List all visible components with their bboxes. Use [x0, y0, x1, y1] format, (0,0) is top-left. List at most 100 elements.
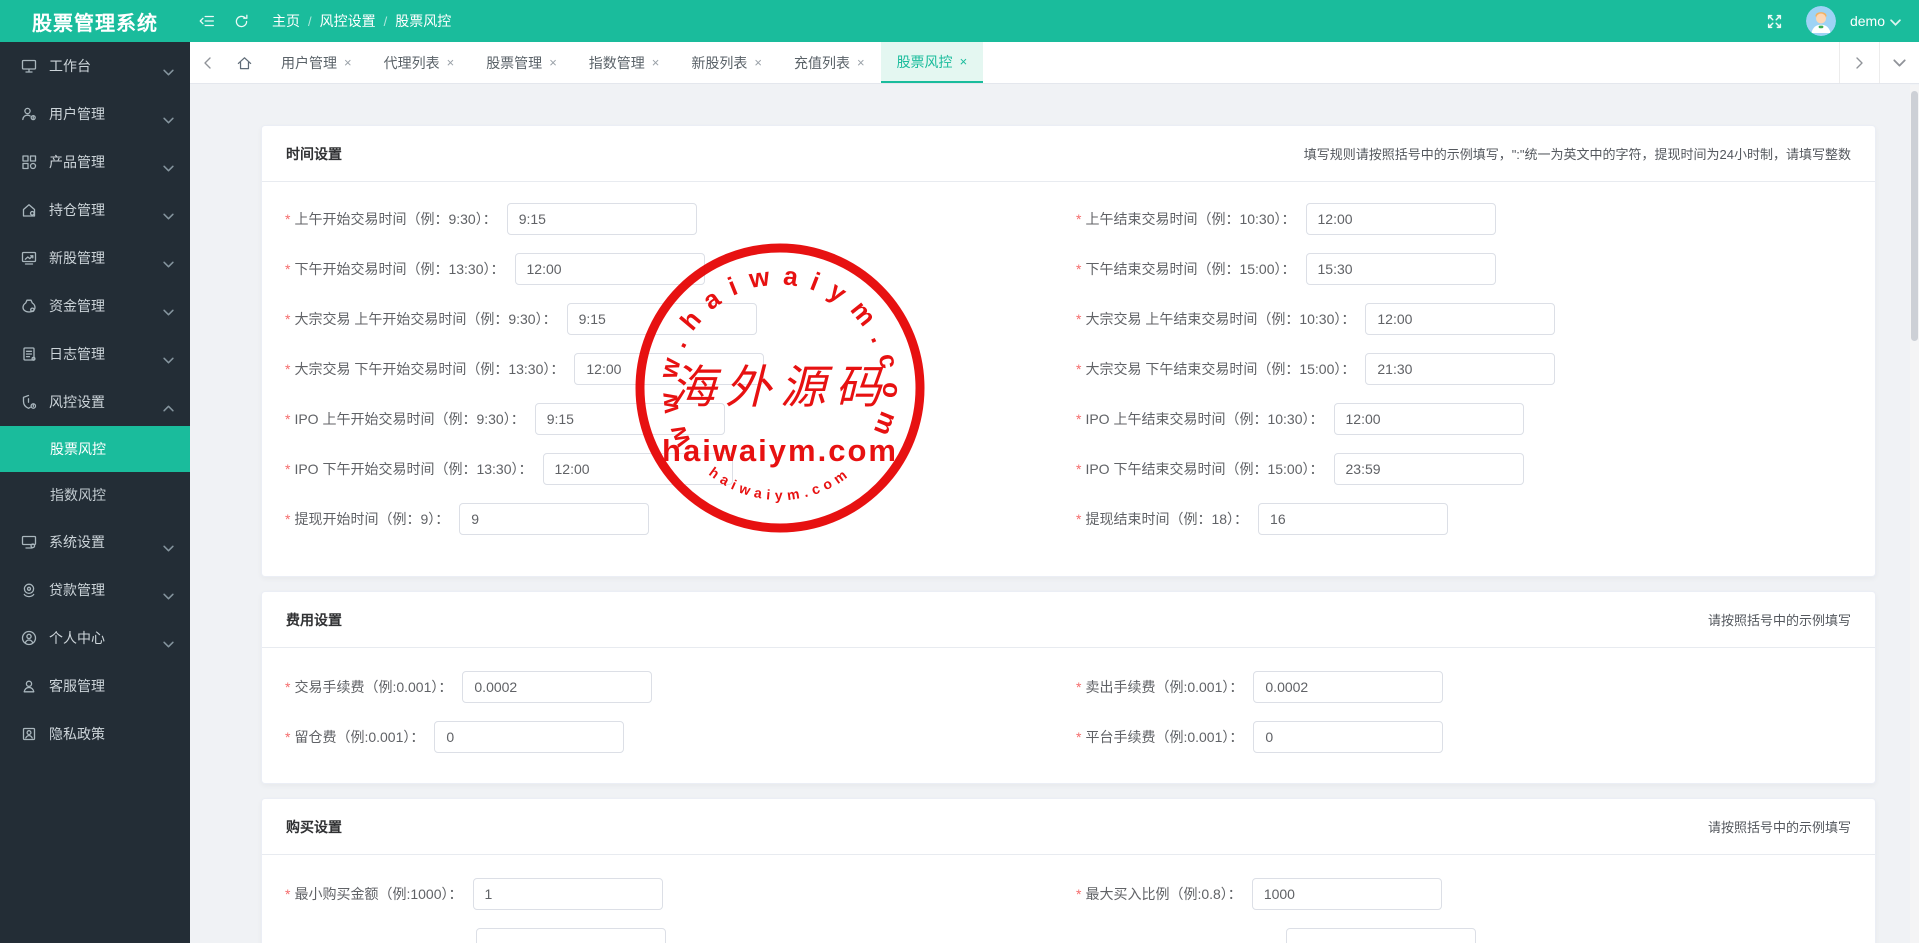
close-icon[interactable]: × [447, 55, 455, 70]
tab-ipo-list[interactable]: 新股列表 × [675, 42, 778, 83]
sidebar-item-workbench[interactable]: 工作台 [0, 42, 190, 90]
required-mark: * [1076, 729, 1082, 745]
sidebar-subitem-index-risk[interactable]: 指数风控 [0, 472, 190, 518]
tabs-scroll-left[interactable] [190, 42, 224, 83]
chevron-down-icon [1890, 13, 1901, 29]
time-settings-card: 时间设置 填写规则请按照括号中的示例填写，":"统一为英文中的字符，提现时间为2… [261, 125, 1876, 577]
sell-fee-input[interactable] [1253, 671, 1444, 703]
morning-close-time-input[interactable] [1305, 203, 1496, 235]
sidebar-subitem-stock-risk[interactable]: 股票风控 [0, 426, 190, 472]
sidebar-item-risk-settings[interactable]: 风控设置 [0, 378, 190, 426]
field-label: 大宗交易 上午开始交易时间（例：9:30）： [294, 311, 557, 327]
withdraw-end-time-input[interactable] [1258, 503, 1449, 535]
ipo-morning-open-time-input[interactable] [534, 403, 725, 435]
close-icon[interactable]: × [754, 55, 762, 70]
tabs-menu-chevron[interactable] [1879, 42, 1919, 83]
sidebar-item-label: 个人中心 [49, 630, 105, 646]
form-row: * IPO 下午开始交易时间（例：13:30）： * IPO 下午结束交易时间（… [285, 444, 1851, 494]
tabs-scroll-right[interactable] [1839, 42, 1879, 83]
sidebar-item-products[interactable]: 产品管理 [0, 138, 190, 186]
form-row [285, 919, 1851, 943]
sidebar-item-funds[interactable]: 资金管理 [0, 282, 190, 330]
field-label: 下午结束交易时间（例：15:00）： [1085, 261, 1296, 277]
required-mark: * [1076, 361, 1082, 377]
sidebar-item-users[interactable]: 用户管理 [0, 90, 190, 138]
block-trade-afternoon-open-input[interactable] [574, 353, 765, 385]
card-body: * 上午开始交易时间（例：9:30）： * 上午结束交易时间（例：10:30）：… [262, 182, 1875, 576]
user-menu[interactable]: demo [1850, 13, 1901, 29]
card-body: * 最小购买金额（例:1000）： * 最大买入比例（例:0.8）： [262, 855, 1875, 943]
monitor-chart-icon [20, 249, 38, 267]
form-row: * 大宗交易 下午开始交易时间（例：13:30）： * 大宗交易 下午结束交易时… [285, 344, 1851, 394]
sidebar-item-system-settings[interactable]: 系统设置 [0, 518, 190, 566]
close-icon[interactable]: × [549, 55, 557, 70]
trade-fee-input[interactable] [462, 671, 653, 703]
form-row: * 交易手续费（例:0.001）： * 卖出手续费（例:0.001）： [285, 662, 1851, 712]
sidebar-item-positions[interactable]: 持仓管理 [0, 186, 190, 234]
tab-user-management[interactable]: 用户管理 × [265, 42, 368, 83]
money-bag-icon [20, 297, 38, 315]
required-mark: * [285, 411, 291, 427]
afternoon-close-time-input[interactable] [1305, 253, 1496, 285]
overnight-fee-input[interactable] [434, 721, 625, 753]
block-trade-afternoon-close-input[interactable] [1365, 353, 1556, 385]
ipo-afternoon-open-time-input[interactable] [542, 453, 733, 485]
form-row: * 下午开始交易时间（例：13:30）： * 下午结束交易时间（例：15:00）… [285, 244, 1851, 294]
close-icon[interactable]: × [857, 55, 865, 70]
sidebar-item-ipo[interactable]: 新股管理 [0, 234, 190, 282]
sidebar-item-loans[interactable]: 贷款管理 [0, 566, 190, 614]
section-note: 请按照括号中的示例填写 [1707, 613, 1851, 628]
tab-stock-risk[interactable]: 股票风控 × [880, 42, 984, 83]
required-mark: * [1076, 261, 1082, 277]
platform-fee-input[interactable] [1253, 721, 1444, 753]
refresh-icon[interactable] [224, 0, 258, 42]
avatar[interactable] [1805, 6, 1836, 36]
required-mark: * [1076, 679, 1082, 695]
sidebar-item-customer-service[interactable]: 客服管理 [0, 662, 190, 710]
app-title: 股票管理系统 [32, 12, 158, 35]
close-icon[interactable]: × [344, 55, 352, 70]
withdraw-start-time-input[interactable] [459, 503, 650, 535]
required-mark: * [285, 886, 291, 902]
sidebar-item-privacy-policy[interactable]: 隐私政策 [0, 710, 190, 758]
field-label: 交易手续费（例:0.001）： [294, 679, 453, 695]
block-trade-morning-close-input[interactable] [1365, 303, 1556, 335]
close-icon[interactable]: × [960, 54, 968, 69]
shield-alert-icon [20, 393, 38, 411]
top-header: 股票管理系统 主页 / 风控设置 / 股票风控 demo [0, 0, 1919, 42]
tab-index-management[interactable]: 指数管理 × [573, 42, 676, 83]
max-buy-ratio-input[interactable] [1251, 878, 1442, 910]
form-row: * 留仓费（例:0.001）： * 平台手续费（例:0.001）： [285, 712, 1851, 762]
field-label: IPO 上午开始交易时间（例：9:30）： [294, 411, 525, 427]
section-title: 费用设置 [286, 611, 342, 628]
monitor-icon [20, 57, 38, 75]
min-buy-amount-input[interactable] [472, 878, 663, 910]
sidebar-item-label: 用户管理 [49, 106, 105, 122]
tab-agent-list[interactable]: 代理列表 × [368, 42, 471, 83]
breadcrumb-risk-settings[interactable]: 风控设置 [320, 11, 376, 31]
scrollbar-thumb[interactable] [1911, 91, 1918, 341]
sidebar-item-label: 系统设置 [49, 534, 105, 550]
tab-stock-management[interactable]: 股票管理 × [470, 42, 573, 83]
card-header: 费用设置 请按照括号中的示例填写 [262, 592, 1875, 648]
fullscreen-icon[interactable] [1758, 0, 1792, 42]
block-trade-morning-open-input[interactable] [566, 303, 757, 335]
tab-home[interactable] [224, 42, 265, 83]
next-field-input-right[interactable] [1286, 928, 1476, 943]
ipo-morning-close-time-input[interactable] [1333, 403, 1524, 435]
collapse-sidebar-icon[interactable] [190, 0, 224, 42]
afternoon-open-time-input[interactable] [514, 253, 705, 285]
breadcrumb-home[interactable]: 主页 [272, 11, 300, 31]
ipo-afternoon-close-time-input[interactable] [1333, 453, 1524, 485]
tab-label: 代理列表 [383, 54, 440, 71]
close-icon[interactable]: × [652, 55, 660, 70]
morning-open-time-input[interactable] [506, 203, 697, 235]
fee-settings-card: 费用设置 请按照括号中的示例填写 * 交易手续费（例:0.001）： * 卖出手… [261, 591, 1876, 784]
section-note: 填写规则请按照括号中的示例填写，":"统一为英文中的字符，提现时间为24小时制，… [1303, 147, 1851, 162]
sidebar-item-profile[interactable]: 个人中心 [0, 614, 190, 662]
tab-label: 股票风控 [896, 53, 953, 70]
tab-label: 股票管理 [486, 54, 543, 71]
sidebar-item-logs[interactable]: 日志管理 [0, 330, 190, 378]
next-field-input-left[interactable] [476, 928, 666, 943]
tab-recharge-list[interactable]: 充值列表 × [778, 42, 881, 83]
